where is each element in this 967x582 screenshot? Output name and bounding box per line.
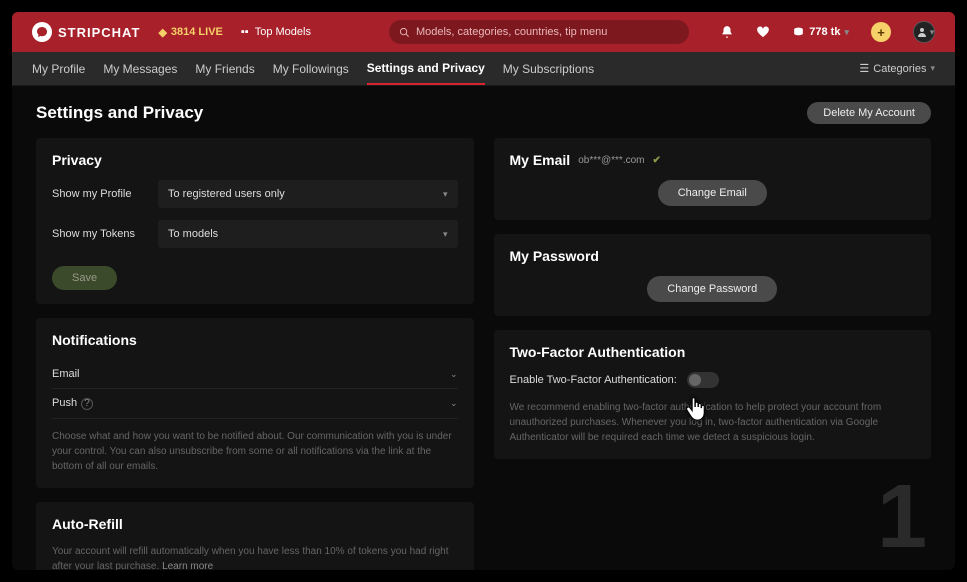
notifications-push-row[interactable]: Push? ⌄ — [52, 389, 458, 419]
bell-icon[interactable] — [720, 25, 734, 39]
logo-icon — [32, 22, 52, 42]
email-panel: My Email ob***@***.com ✔ Change Email — [494, 138, 932, 220]
privacy-title: Privacy — [52, 152, 458, 168]
user-avatar[interactable]: ▾ — [913, 21, 935, 43]
autorefill-title: Auto-Refill — [52, 516, 458, 532]
chevron-down-icon: ▾ — [930, 27, 935, 38]
subnav-my-profile[interactable]: My Profile — [32, 62, 85, 76]
top-models-link[interactable]: ▪▪ Top Models — [241, 26, 311, 38]
password-title: My Password — [510, 248, 916, 264]
chevron-down-icon: ▾ — [844, 27, 849, 38]
hamburger-icon: ☰ — [859, 62, 869, 75]
notifications-panel: Notifications Email ⌄ Push? ⌄ Choose wha… — [36, 318, 474, 488]
subnav-settings-privacy[interactable]: Settings and Privacy — [367, 61, 485, 85]
delete-account-button[interactable]: Delete My Account — [807, 102, 931, 124]
change-email-button[interactable]: Change Email — [658, 180, 767, 206]
show-tokens-label: Show my Tokens — [52, 228, 142, 240]
coins-icon — [792, 26, 805, 39]
learn-more-link[interactable]: Learn more — [162, 561, 213, 571]
change-password-button[interactable]: Change Password — [647, 276, 777, 302]
email-title: My Email ob***@***.com ✔ — [510, 152, 916, 168]
notifications-title: Notifications — [52, 332, 458, 348]
notifications-help: Choose what and how you want to be notif… — [52, 429, 458, 474]
add-tokens-button[interactable]: + — [871, 22, 891, 42]
twofa-panel: Two-Factor Authentication Enable Two-Fac… — [494, 330, 932, 459]
live-count[interactable]: ◆ 3814 LIVE — [158, 26, 222, 39]
password-panel: My Password Change Password — [494, 234, 932, 316]
brand-logo[interactable]: STRIPCHAT — [32, 22, 140, 42]
heart-icon[interactable] — [756, 25, 770, 39]
notifications-email-row[interactable]: Email ⌄ — [52, 360, 458, 389]
help-icon[interactable]: ? — [81, 398, 93, 410]
chevron-down-icon: ⌄ — [450, 398, 458, 409]
brand-name: STRIPCHAT — [58, 25, 140, 40]
categories-button[interactable]: ☰ Categories ▾ — [859, 62, 935, 75]
search-placeholder: Models, categories, countries, tip menu — [416, 26, 607, 38]
token-balance[interactable]: 778 tk ▾ — [792, 26, 849, 39]
subnav: My Profile My Messages My Friends My Fol… — [12, 52, 955, 86]
privacy-panel: Privacy Show my Profile To registered us… — [36, 138, 474, 304]
chevron-down-icon: ⌄ — [450, 369, 458, 380]
show-profile-select[interactable]: To registered users only ▾ — [158, 180, 458, 208]
search-input[interactable]: Models, categories, countries, tip menu — [389, 20, 689, 44]
diamond-icon: ◆ — [158, 26, 166, 39]
subnav-my-friends[interactable]: My Friends — [195, 62, 254, 76]
subnav-my-messages[interactable]: My Messages — [103, 62, 177, 76]
email-masked: ob***@***.com — [578, 155, 644, 166]
autorefill-panel: Auto-Refill Your account will refill aut… — [36, 502, 474, 571]
chevron-down-icon: ▾ — [443, 229, 448, 240]
search-icon — [399, 27, 410, 38]
twofa-toggle[interactable] — [687, 372, 719, 388]
autorefill-help: Your account will refill automatically w… — [52, 544, 458, 571]
grid-icon: ▪▪ — [241, 26, 249, 38]
chevron-down-icon: ▾ — [930, 63, 935, 74]
show-tokens-select[interactable]: To models ▾ — [158, 220, 458, 248]
topbar: STRIPCHAT ◆ 3814 LIVE ▪▪ Top Models Mode… — [12, 12, 955, 52]
save-button[interactable]: Save — [52, 266, 117, 290]
twofa-help: We recommend enabling two-factor authent… — [510, 400, 916, 445]
subnav-my-followings[interactable]: My Followings — [273, 62, 349, 76]
verified-icon: ✔ — [653, 155, 661, 166]
subnav-my-subscriptions[interactable]: My Subscriptions — [503, 62, 594, 76]
twofa-enable-label: Enable Two-Factor Authentication: — [510, 374, 677, 386]
show-profile-label: Show my Profile — [52, 188, 142, 200]
chevron-down-icon: ▾ — [443, 189, 448, 200]
twofa-title: Two-Factor Authentication — [510, 344, 916, 360]
page-title: Settings and Privacy — [36, 103, 203, 123]
